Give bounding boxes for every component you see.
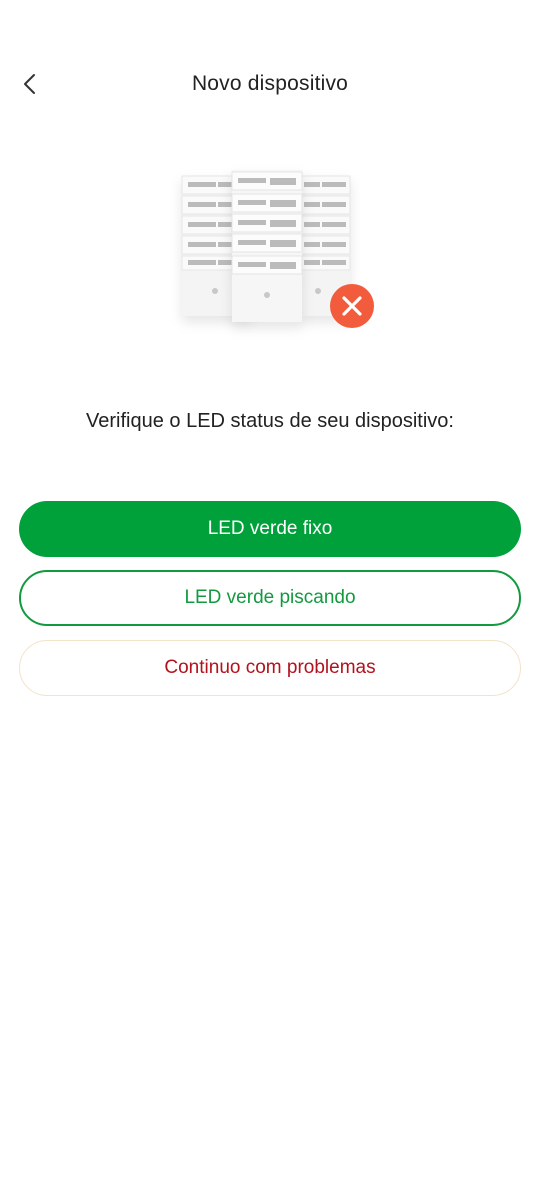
led-blinking-green-button[interactable]: LED verde piscando [19, 570, 521, 626]
led-solid-green-button[interactable]: LED verde fixo [19, 501, 521, 557]
still-having-problems-button[interactable]: Continuo com problemas [19, 640, 521, 696]
still-having-problems-label: Continuo com problemas [164, 657, 376, 678]
led-blinking-green-label: LED verde piscando [184, 587, 356, 608]
server-illustration [170, 160, 380, 360]
screen: Novo dispositivo Verifique o LED status … [0, 0, 540, 1200]
page-title: Novo dispositivo [191, 72, 349, 95]
header: Novo dispositivo [0, 56, 540, 116]
server-rack-icon [181, 170, 351, 322]
instruction-text: Verifique o LED status de seu dispositiv… [86, 410, 454, 432]
led-solid-green-label: LED verde fixo [207, 518, 333, 539]
error-x-icon [330, 284, 374, 328]
